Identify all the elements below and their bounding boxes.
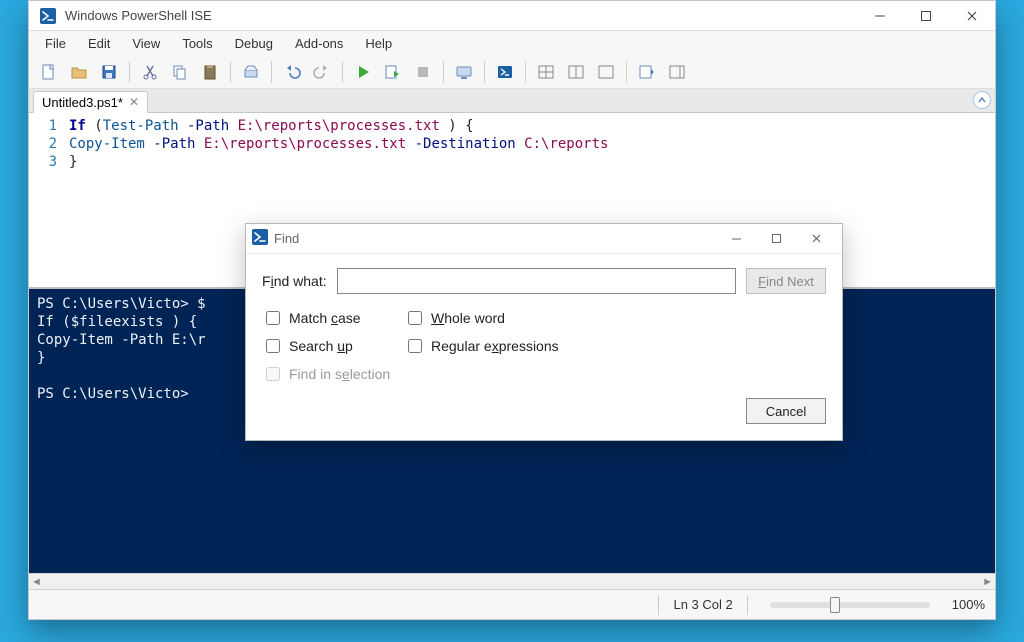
powershell-tab-icon[interactable]	[491, 58, 519, 86]
find-close-button[interactable]	[796, 224, 836, 254]
cancel-button[interactable]: Cancel	[746, 398, 826, 424]
find-dialog-title: Find	[274, 231, 299, 246]
stop-icon[interactable]	[409, 58, 437, 86]
new-file-icon[interactable]	[35, 58, 63, 86]
zoom-value: 100%	[952, 597, 985, 612]
editor-tabstrip: Untitled3.ps1* ✕	[29, 89, 995, 113]
clear-icon[interactable]	[237, 58, 265, 86]
statusbar: Ln 3 Col 2 100%	[29, 589, 995, 619]
expand-script-pane-icon[interactable]	[973, 91, 991, 109]
maximize-button[interactable]	[903, 1, 949, 31]
find-what-label: Find what:	[262, 273, 327, 289]
line-number-gutter: 1 2 3	[29, 113, 63, 287]
find-input[interactable]	[337, 268, 736, 294]
find-maximize-button[interactable]	[756, 224, 796, 254]
titlebar[interactable]: Windows PowerShell ISE	[29, 1, 995, 31]
menu-debug[interactable]: Debug	[225, 33, 283, 54]
tab-close-icon[interactable]: ✕	[129, 95, 139, 109]
layout-script-icon[interactable]	[562, 58, 590, 86]
menu-tools[interactable]: Tools	[172, 33, 222, 54]
zoom-thumb[interactable]	[830, 597, 840, 613]
menu-help[interactable]: Help	[355, 33, 402, 54]
cut-icon[interactable]	[136, 58, 164, 86]
toolbar	[29, 55, 995, 89]
run-selection-icon[interactable]	[379, 58, 407, 86]
regex-checkbox[interactable]: Regular expressions	[404, 336, 584, 356]
find-minimize-button[interactable]	[716, 224, 756, 254]
layout-both-icon[interactable]	[532, 58, 560, 86]
layout-console-icon[interactable]	[592, 58, 620, 86]
menu-file[interactable]: File	[35, 33, 76, 54]
tab-label: Untitled3.ps1*	[42, 95, 123, 110]
app-window: Windows PowerShell ISE File Edit View To…	[28, 0, 996, 620]
zoom-slider[interactable]	[770, 602, 930, 608]
run-icon[interactable]	[349, 58, 377, 86]
close-button[interactable]	[949, 1, 995, 31]
find-dialog-icon	[252, 229, 268, 248]
menu-addons[interactable]: Add-ons	[285, 33, 353, 54]
find-next-button[interactable]: Find Next	[746, 268, 826, 294]
whole-word-checkbox[interactable]: Whole word	[404, 308, 584, 328]
redo-icon[interactable]	[308, 58, 336, 86]
show-command-icon[interactable]	[633, 58, 661, 86]
match-case-checkbox[interactable]: Match case	[262, 308, 402, 328]
save-icon[interactable]	[95, 58, 123, 86]
remote-icon[interactable]	[450, 58, 478, 86]
undo-icon[interactable]	[278, 58, 306, 86]
menu-view[interactable]: View	[122, 33, 170, 54]
find-dialog: Find Find what: Find Next Match case Who…	[245, 223, 843, 441]
menu-edit[interactable]: Edit	[78, 33, 120, 54]
search-up-checkbox[interactable]: Search up	[262, 336, 402, 356]
window-title: Windows PowerShell ISE	[65, 8, 212, 23]
minimize-button[interactable]	[857, 1, 903, 31]
find-dialog-titlebar[interactable]: Find	[246, 224, 842, 254]
app-icon	[39, 7, 57, 25]
horizontal-scrollbar[interactable]: ◄►	[29, 573, 995, 589]
copy-icon[interactable]	[166, 58, 194, 86]
tab-untitled3[interactable]: Untitled3.ps1* ✕	[33, 91, 148, 113]
paste-icon[interactable]	[196, 58, 224, 86]
menubar: File Edit View Tools Debug Add-ons Help	[29, 31, 995, 55]
open-file-icon[interactable]	[65, 58, 93, 86]
cursor-position: Ln 3 Col 2	[673, 597, 732, 612]
show-addon-icon[interactable]	[663, 58, 691, 86]
find-in-selection-checkbox: Find in selection	[262, 364, 402, 384]
